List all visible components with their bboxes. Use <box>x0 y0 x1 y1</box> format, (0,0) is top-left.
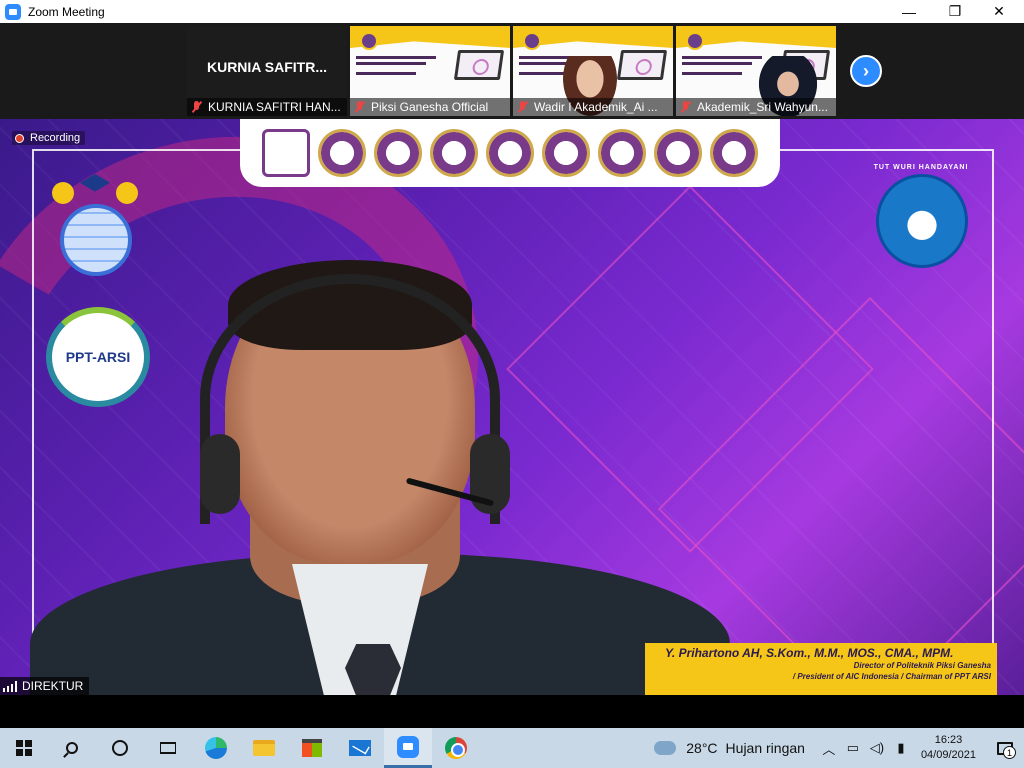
close-button[interactable]: ✕ <box>976 0 1022 23</box>
speaker-lower-third: Y. Prihartono AH, S.Kom., M.M., MOS., CM… <box>645 643 997 695</box>
zoom-app-icon <box>5 3 21 20</box>
system-tray: 28°C Hujan ringan ︿ ▭ ◁) ▮ 16:23 04/09/2… <box>654 728 1024 768</box>
speaker-name-tag: DIREKTUR <box>0 677 90 695</box>
windows-taskbar: 28°C Hujan ringan ︿ ▭ ◁) ▮ 16:23 04/09/2… <box>0 728 1024 768</box>
aic-logo <box>50 174 142 276</box>
active-speaker-video: Recording PPT-ARSI TUT WURI HANDAYANI Y.… <box>0 119 1024 695</box>
cortana-button[interactable] <box>96 728 144 768</box>
partner-logo-icon <box>374 129 422 177</box>
participant-tile[interactable]: KURNIA SAFITR... KURNIA SAFITRI HAN... <box>187 26 347 116</box>
search-button[interactable] <box>48 728 96 768</box>
speaker-name: Y. Prihartono AH, S.Kom., M.M., MOS., CM… <box>665 646 954 660</box>
recording-indicator: Recording <box>12 131 86 145</box>
mic-muted-icon <box>517 101 529 113</box>
ppt-arsi-logo: PPT-ARSI <box>46 307 150 407</box>
partner-logo-icon <box>542 129 590 177</box>
mic-muted-icon <box>354 101 366 113</box>
store-button[interactable] <box>288 728 336 768</box>
minimize-button[interactable]: — <box>886 0 932 23</box>
college-logo-icon <box>686 32 704 50</box>
partner-logo-icon <box>486 129 534 177</box>
participant-label: Wadir I Akademik_Ai ... <box>513 98 673 116</box>
participant-name-placeholder: KURNIA SAFITR... <box>206 59 328 75</box>
store-icon <box>302 739 322 757</box>
clock[interactable]: 16:23 04/09/2021 <box>921 733 976 763</box>
partner-logo-icon <box>710 129 758 177</box>
network-icon[interactable]: ▭ <box>843 728 863 768</box>
laptop-icon <box>616 50 668 80</box>
mic-muted-icon <box>191 101 203 113</box>
speaker-person <box>30 260 730 695</box>
cloud-rain-icon <box>654 741 677 755</box>
participant-label: Akademik_Sri Wahyun... <box>676 98 836 116</box>
participant-tile[interactable]: Wadir I Akademik_Ai ... <box>513 26 673 116</box>
college-logo-icon <box>523 32 541 50</box>
participant-label: Piksi Ganesha Official <box>350 98 510 116</box>
clock-date: 04/09/2021 <box>920 749 976 761</box>
partner-logo-icon <box>654 129 702 177</box>
restore-button[interactable]: ❐ <box>932 0 978 23</box>
zoom-icon <box>397 735 419 758</box>
edge-button[interactable] <box>192 728 240 768</box>
college-logo-icon <box>360 32 378 50</box>
action-center-button[interactable]: 1 <box>986 728 1024 768</box>
participant-tile[interactable]: Piksi Ganesha Official <box>350 26 510 116</box>
headset-icon <box>200 274 500 524</box>
tut-wuri-handayani-logo: TUT WURI HANDAYANI <box>868 164 974 274</box>
mic-muted-icon <box>680 101 692 113</box>
weather-widget[interactable]: 28°C Hujan ringan <box>654 740 805 756</box>
partner-logo-icon <box>262 129 310 177</box>
task-view-icon <box>160 742 176 754</box>
microphone-icon[interactable]: ▮ <box>891 728 911 768</box>
windows-logo-icon <box>16 740 32 756</box>
speaker-role: Director of Politeknik Piksi Ganesha <box>853 661 991 670</box>
title-bar: Zoom Meeting — ❐ ✕ <box>0 0 1024 23</box>
file-explorer-button[interactable] <box>240 728 288 768</box>
participant-filmstrip: KURNIA SAFITR... KURNIA SAFITRI HAN... P… <box>0 23 1024 119</box>
chrome-button[interactable] <box>432 728 480 768</box>
window-title: Zoom Meeting <box>28 4 105 19</box>
chrome-icon <box>445 737 467 759</box>
next-page-button[interactable]: › <box>850 55 882 87</box>
folder-icon <box>253 740 275 756</box>
cortana-icon <box>112 740 128 756</box>
mail-icon <box>349 740 371 756</box>
partner-logo-icon <box>430 129 478 177</box>
notification-count: 1 <box>1003 746 1016 759</box>
task-view-button[interactable] <box>144 728 192 768</box>
participant-label: KURNIA SAFITRI HAN... <box>187 98 347 116</box>
participant-tile[interactable]: Akademik_Sri Wahyun... <box>676 26 836 116</box>
volume-icon[interactable]: ◁) <box>867 728 887 768</box>
zoom-taskbar-button[interactable] <box>384 728 432 768</box>
recording-dot-icon <box>15 133 24 143</box>
laptop-icon <box>453 50 505 80</box>
speaker-role: / President of AIC Indonesia / Chairman … <box>792 672 991 681</box>
meeting-controls-area <box>0 695 1024 728</box>
show-hidden-icons-button[interactable]: ︿ <box>819 728 839 768</box>
audio-level-icon <box>3 680 17 692</box>
search-icon <box>66 742 78 754</box>
edge-icon <box>205 737 227 759</box>
start-button[interactable] <box>0 728 48 768</box>
mail-button[interactable] <box>336 728 384 768</box>
partner-logos-bar <box>240 119 780 187</box>
partner-logo-icon <box>318 129 366 177</box>
temperature: 28°C <box>686 740 718 756</box>
clock-time: 16:23 <box>934 734 963 746</box>
partner-logo-icon <box>598 129 646 177</box>
weather-text: Hujan ringan <box>725 740 805 756</box>
